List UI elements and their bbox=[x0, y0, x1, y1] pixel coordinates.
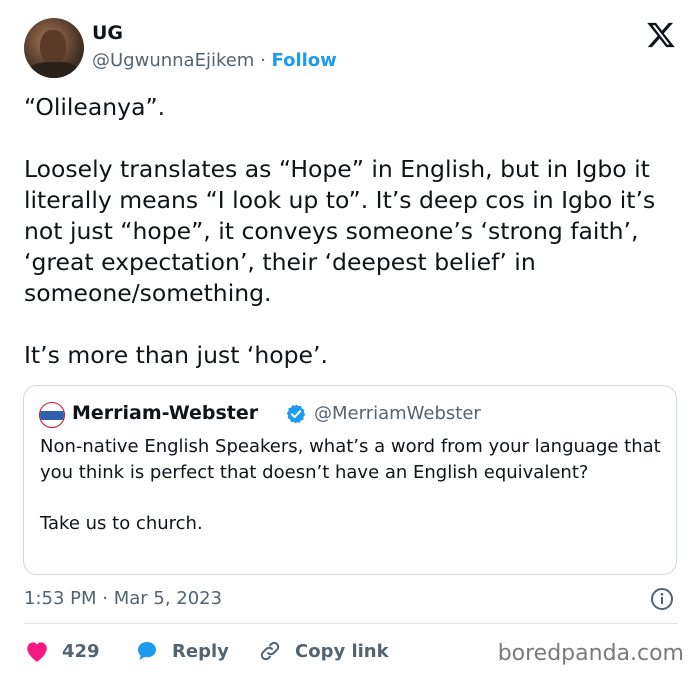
heart-icon bbox=[27, 642, 47, 662]
follow-button[interactable]: Follow bbox=[272, 50, 337, 71]
author-avatar[interactable] bbox=[24, 18, 84, 78]
tweet-timestamp[interactable]: 1:53 PM · Mar 5, 2023 bbox=[24, 588, 222, 609]
link-icon bbox=[260, 641, 280, 661]
quoted-author-name[interactable]: Merriam-Webster bbox=[72, 402, 258, 424]
copy-link-label: Copy link bbox=[295, 640, 389, 662]
tweet-header: UG @UgwunnaEjikem · Follow bbox=[24, 18, 684, 82]
author-name[interactable]: UG bbox=[92, 22, 123, 44]
copy-link-button[interactable]: Copy link bbox=[257, 636, 389, 666]
handle-separator: · bbox=[254, 50, 272, 71]
reply-button[interactable]: Reply bbox=[134, 636, 229, 666]
like-button[interactable]: 429 bbox=[24, 636, 100, 666]
verified-badge-icon bbox=[286, 404, 306, 424]
avatar-shirt bbox=[28, 62, 80, 78]
author-handle[interactable]: @UgwunnaEjikem bbox=[92, 50, 254, 71]
quoted-author-avatar[interactable] bbox=[39, 402, 65, 428]
author-handle-row: @UgwunnaEjikem · Follow bbox=[92, 50, 337, 71]
like-count: 429 bbox=[62, 640, 100, 662]
x-logo-icon[interactable] bbox=[646, 20, 676, 50]
quoted-author-handle[interactable]: @MerriamWebster bbox=[314, 403, 481, 424]
reply-label: Reply bbox=[172, 640, 229, 662]
info-icon[interactable] bbox=[650, 587, 674, 611]
quoted-tweet-text: Non-native English Speakers, what’s a wo… bbox=[40, 436, 661, 534]
avatar-band bbox=[40, 411, 64, 420]
watermark: boredpanda.com bbox=[497, 641, 684, 666]
quoted-tweet[interactable]: Merriam-Webster @MerriamWebster Non-nati… bbox=[23, 385, 677, 575]
avatar-face bbox=[40, 30, 66, 64]
speech-bubble-icon bbox=[138, 642, 156, 660]
divider bbox=[24, 623, 678, 624]
tweet-text: “Olileanya”. Loosely translates as “Hope… bbox=[24, 93, 656, 369]
